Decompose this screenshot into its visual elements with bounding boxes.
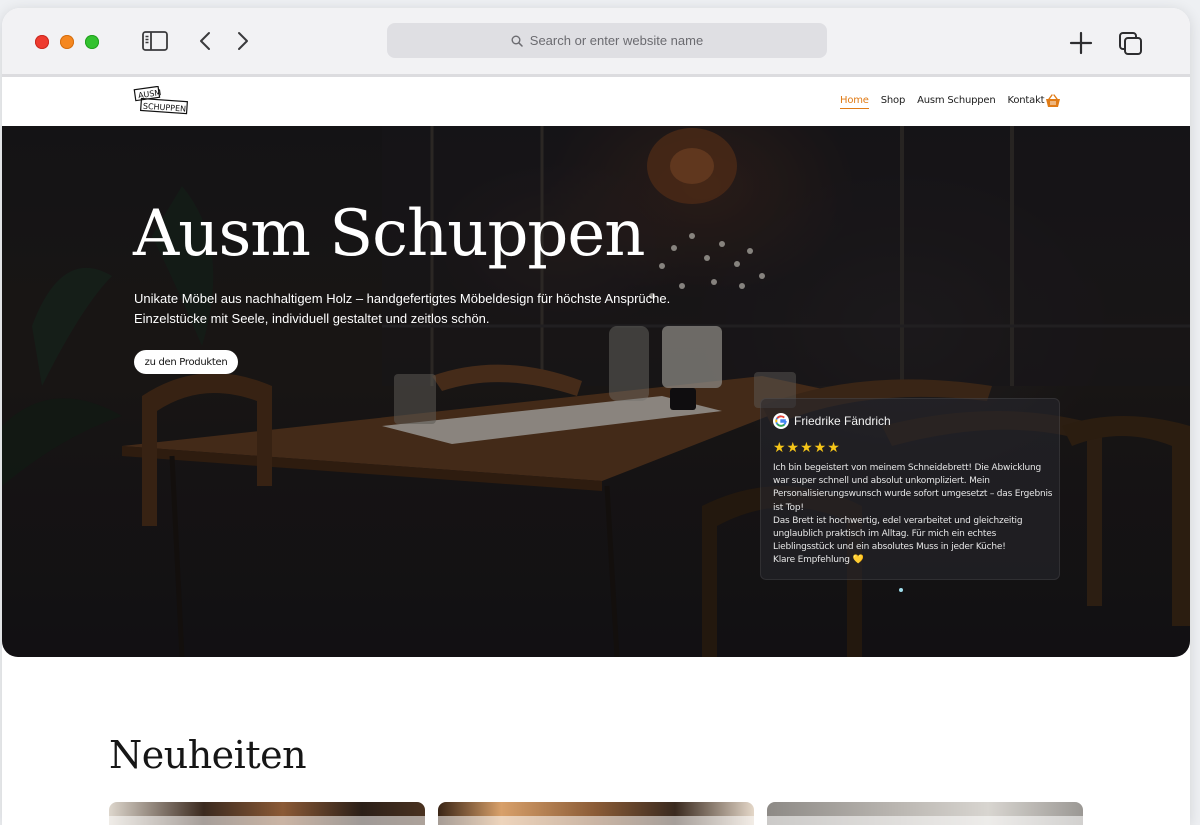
hero-subtitle: Unikate Möbel aus nachhaltigem Holz – ha… <box>134 289 694 329</box>
bottom-fade <box>2 816 1190 825</box>
hero-subtitle-line: Einzelstücke mit Seele, individuell gest… <box>134 311 490 326</box>
nav-shop[interactable]: Shop <box>881 95 906 108</box>
minimize-window-button[interactable] <box>60 35 74 49</box>
shopping-basket-icon[interactable] <box>1045 94 1061 108</box>
search-icon <box>511 35 523 47</box>
star-rating: ★★★★★ <box>773 439 841 455</box>
forward-arrow-icon[interactable] <box>233 30 253 52</box>
products-button[interactable]: zu den Produkten <box>134 350 238 374</box>
hero-section: Ausm Schuppen Unikate Möbel aus nachhalt… <box>2 126 1190 657</box>
main-navigation: Home Shop Ausm Schuppen Kontakt <box>840 77 1056 126</box>
sidebar-toggle-icon[interactable] <box>142 30 168 52</box>
section-title-neuheiten: Neuheiten <box>109 733 307 777</box>
review-text: Ich bin begeistert von meinem Schneidebr… <box>773 462 1053 568</box>
reviewer-name: Friedrike Fändrich <box>794 414 891 428</box>
nav-ausm-schuppen[interactable]: Ausm Schuppen <box>917 95 996 108</box>
site-header: AUSM SCHUPPEN Home Shop Ausm Schuppen Ko… <box>2 77 1190 126</box>
nav-home[interactable]: Home <box>840 95 869 109</box>
back-arrow-icon[interactable] <box>195 30 215 52</box>
new-tab-plus-icon[interactable] <box>1068 30 1094 56</box>
hero-subtitle-line: Unikate Möbel aus nachhaltigem Holz – ha… <box>134 291 671 306</box>
close-window-button[interactable] <box>35 35 49 49</box>
browser-window: Search or enter website name AUSM SCHUPP… <box>2 8 1190 825</box>
google-icon <box>773 413 789 429</box>
review-paragraph: Klare Empfehlung 💛 <box>773 555 864 566</box>
review-card: Friedrike Fändrich ★★★★★ Ich bin begeist… <box>760 398 1060 580</box>
address-placeholder: Search or enter website name <box>529 33 704 48</box>
tab-overview-icon[interactable] <box>1117 30 1145 58</box>
review-paragraph: Ich bin begeistert von meinem Schneidebr… <box>773 463 1053 513</box>
hero-title: Ausm Schuppen <box>133 197 645 271</box>
maximize-window-button[interactable] <box>85 35 99 49</box>
browser-toolbar: Search or enter website name <box>2 8 1190 77</box>
carousel-indicator-dot[interactable] <box>899 588 903 592</box>
nav-kontakt[interactable]: Kontakt <box>1008 95 1045 108</box>
svg-text:SCHUPPEN: SCHUPPEN <box>143 102 187 114</box>
review-header: Friedrike Fändrich <box>773 413 891 429</box>
review-paragraph: Das Brett ist hochwertig, edel verarbeit… <box>773 515 1023 553</box>
ausm-schuppen-logo[interactable]: AUSM SCHUPPEN <box>133 86 189 116</box>
address-bar[interactable]: Search or enter website name <box>387 23 827 58</box>
